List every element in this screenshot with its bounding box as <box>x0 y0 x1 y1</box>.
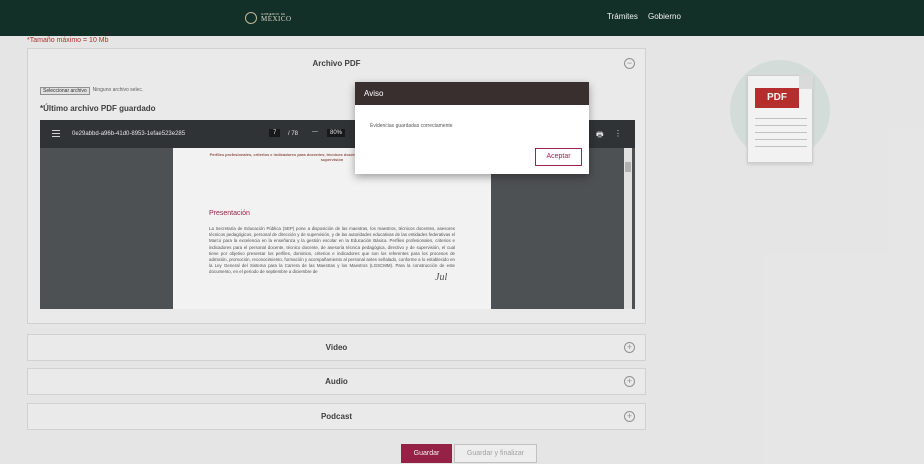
accept-button[interactable]: Aceptar <box>535 148 582 166</box>
dialog-title: Aviso <box>355 82 589 105</box>
modal-overlay <box>0 0 924 464</box>
dialog-message: Evidencias guardadas correctamente <box>370 123 453 129</box>
notice-dialog: Aviso Evidencias guardadas correctamente… <box>355 82 589 174</box>
